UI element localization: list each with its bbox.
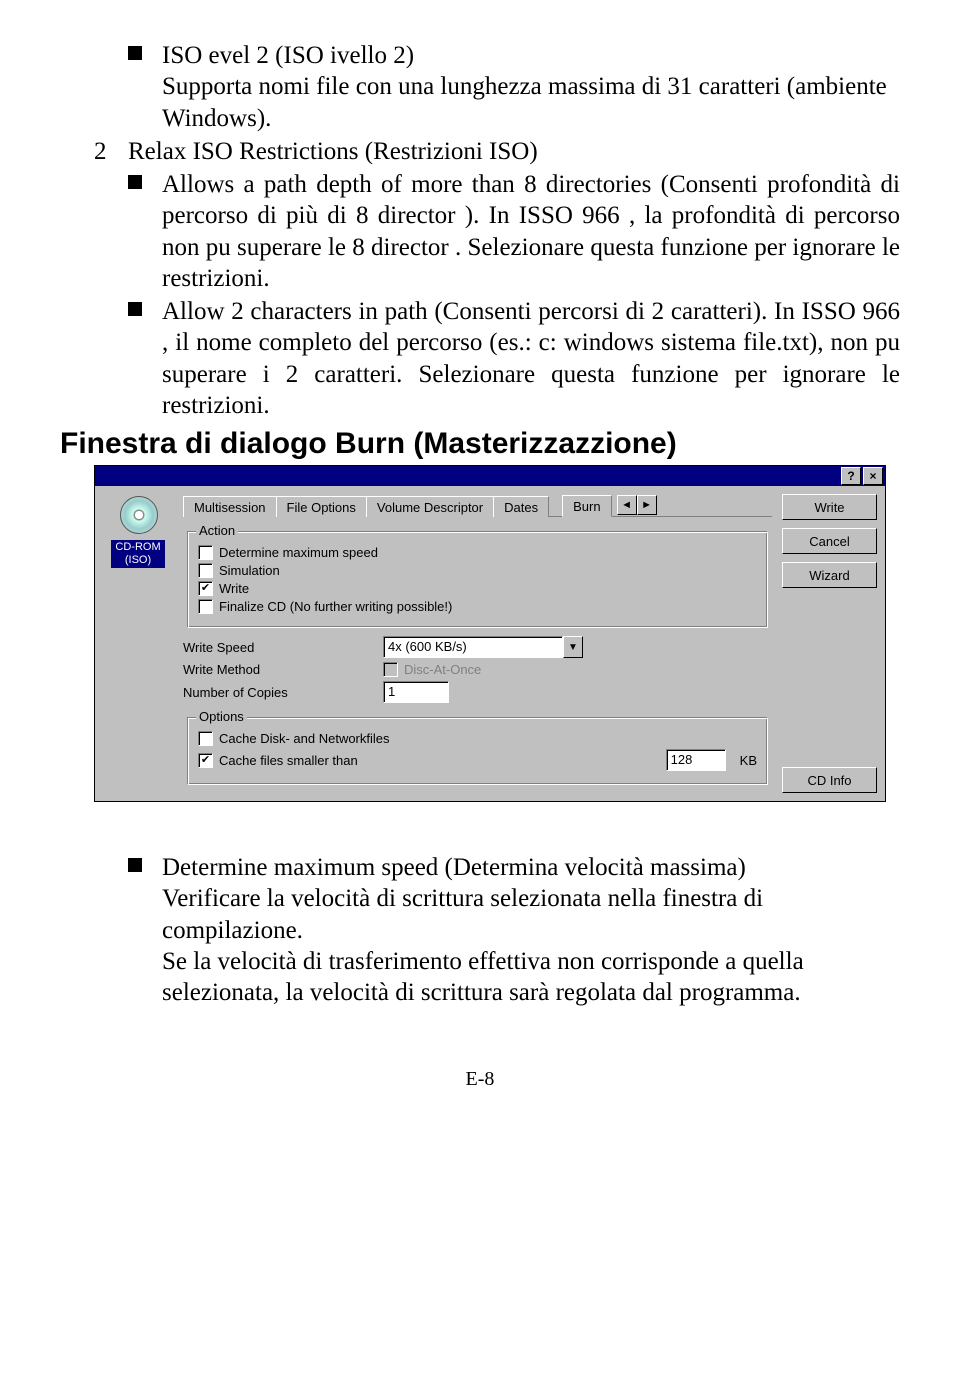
tab-burn[interactable]: Burn bbox=[562, 495, 611, 517]
text: Se la velocità di trasferimento effettiv… bbox=[162, 948, 804, 1006]
text: Relax ISO Restrictions (Restrizioni ISO) bbox=[128, 138, 538, 165]
cancel-button[interactable]: Cancel bbox=[782, 528, 877, 554]
cdrom-icon bbox=[114, 494, 162, 536]
write-button[interactable]: Write bbox=[782, 494, 877, 520]
label-copies: Number of Copies bbox=[183, 685, 383, 700]
checkbox-label: Write bbox=[219, 581, 249, 596]
checkbox-label: Cache files smaller than bbox=[219, 753, 358, 768]
checkbox-finalize[interactable] bbox=[198, 599, 213, 614]
bullet-icon bbox=[128, 175, 142, 189]
label-write-speed: Write Speed bbox=[183, 640, 383, 655]
tab-file-options[interactable]: File Options bbox=[276, 496, 367, 517]
group-options: Options Cache Disk- and Networkfiles ✔ C… bbox=[187, 717, 768, 785]
checkbox-max-speed[interactable] bbox=[198, 545, 213, 560]
text: Determine maximum speed (Determina veloc… bbox=[162, 854, 746, 881]
list-item: Allows a path depth of more than 8 direc… bbox=[162, 169, 900, 294]
combo-value: 4x (600 KB/s) bbox=[383, 636, 563, 658]
tab-strip: Multisession File Options Volume Descrip… bbox=[183, 494, 772, 517]
group-label: Options bbox=[196, 709, 247, 724]
list-item: Allow 2 characters in path (Consenti per… bbox=[162, 296, 900, 421]
checkbox-cache-disk[interactable] bbox=[198, 731, 213, 746]
text: Supporta nomi file con una lunghezza mas… bbox=[162, 73, 887, 131]
text: Verificare la velocità di scrittura sele… bbox=[162, 885, 763, 943]
tab-dates[interactable]: Dates bbox=[493, 496, 549, 517]
tab-scroll-left[interactable]: ◄ bbox=[617, 495, 637, 515]
tab-volume-descriptor[interactable]: Volume Descriptor bbox=[366, 496, 494, 517]
write-method-value: Disc-At-Once bbox=[404, 662, 481, 677]
checkbox-label: Cache Disk- and Networkfiles bbox=[219, 731, 390, 746]
chevron-down-icon[interactable]: ▼ bbox=[563, 636, 583, 658]
bullet-icon bbox=[128, 46, 142, 60]
list-item: ISO evel 2 (ISO ivello 2) Supporta nomi … bbox=[162, 40, 900, 134]
wizard-button[interactable]: Wizard bbox=[782, 562, 877, 588]
group-action: Action Determine maximum speed Simulatio… bbox=[187, 531, 768, 628]
text: ISO evel 2 (ISO ivello 2) bbox=[162, 42, 414, 69]
bullet-icon bbox=[128, 858, 142, 872]
list-item: Determine maximum speed (Determina veloc… bbox=[162, 852, 900, 1008]
bullet-icon bbox=[128, 302, 142, 316]
write-cd-dialog: ? × CD-ROM (ISO) Multisession File Optio… bbox=[94, 465, 886, 802]
write-speed-combo[interactable]: 4x (600 KB/s) ▼ bbox=[383, 636, 583, 658]
kb-label: KB bbox=[740, 753, 757, 768]
cdinfo-button[interactable]: CD Info bbox=[782, 767, 877, 793]
checkbox-write-method bbox=[383, 662, 398, 677]
close-button[interactable]: × bbox=[863, 467, 883, 485]
section-heading: Finestra di dialogo Burn (Masterizzazzio… bbox=[60, 427, 900, 461]
checkbox-label: Finalize CD (No further writing possible… bbox=[219, 599, 452, 614]
copies-input[interactable]: 1 bbox=[383, 681, 449, 703]
cache-kb-input[interactable]: 128 bbox=[666, 749, 726, 771]
checkbox-label: Simulation bbox=[219, 563, 280, 578]
tab-scroll-right[interactable]: ► bbox=[637, 495, 657, 515]
checkbox-label: Determine maximum speed bbox=[219, 545, 378, 560]
group-label: Action bbox=[196, 523, 238, 538]
checkbox-cache-small[interactable]: ✔ bbox=[198, 753, 213, 768]
checkbox-simulation[interactable] bbox=[198, 563, 213, 578]
list-number: 2 bbox=[94, 136, 128, 167]
tab-multisession[interactable]: Multisession bbox=[183, 496, 277, 517]
icon-label: CD-ROM (ISO) bbox=[111, 540, 164, 568]
page-number: E-8 bbox=[60, 1068, 900, 1091]
checkbox-write[interactable]: ✔ bbox=[198, 581, 213, 596]
help-button[interactable]: ? bbox=[841, 467, 861, 485]
titlebar: ? × bbox=[95, 466, 885, 486]
label-write-method: Write Method bbox=[183, 662, 383, 677]
